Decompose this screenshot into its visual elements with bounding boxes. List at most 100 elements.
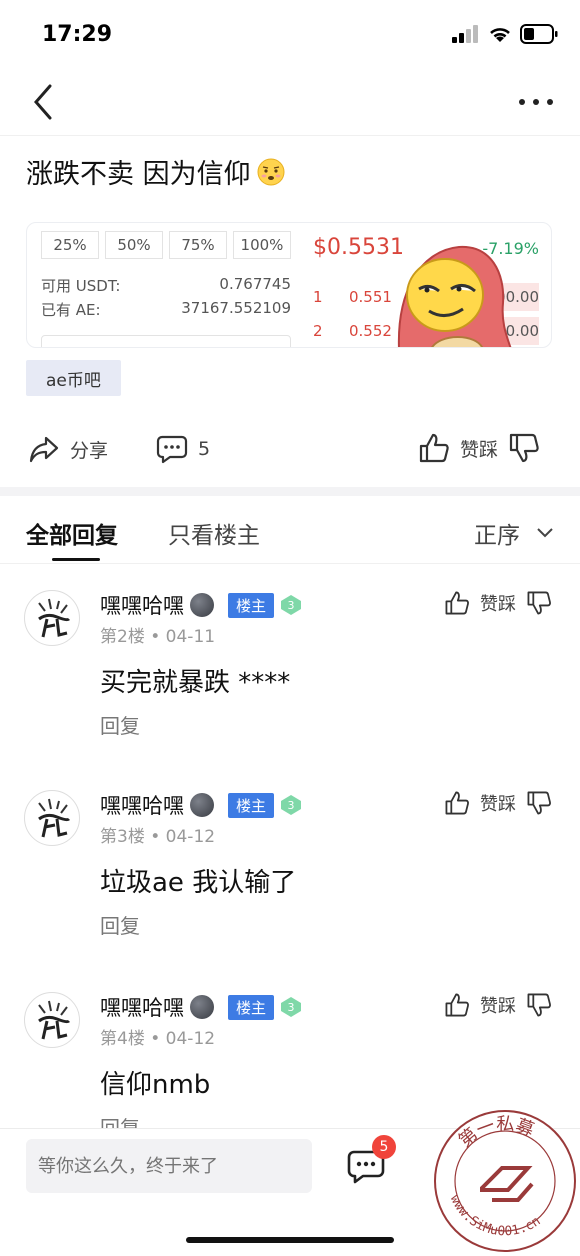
comments-button[interactable]: 5 — [156, 434, 210, 464]
avatar[interactable] — [24, 590, 80, 646]
comment-count-badge: 5 — [372, 1135, 396, 1159]
vote-group: 赞踩 — [418, 432, 540, 464]
reply-item: 嘿嘿哈嘿 楼主 3 第3楼 • 04-12 垃圾ae 我认输了 回复 赞踩 — [0, 790, 580, 990]
pct-button-75: 75% — [169, 231, 227, 259]
smug-face-sticker-icon — [397, 245, 512, 347]
available-label: 可用 USDT: — [41, 277, 121, 295]
percent-buttons: 25% 50% 75% 100% — [41, 231, 291, 259]
reply-button[interactable]: 回复 — [100, 710, 140, 739]
post-title-text: 涨跌不卖 因为信仰 — [26, 159, 251, 190]
pct-button-50: 50% — [105, 231, 163, 259]
thumbs-down-icon[interactable] — [526, 790, 552, 816]
held-label: 已有 AE: — [41, 301, 101, 319]
reply-content: 信仰nmb — [100, 1070, 211, 1100]
host-badge: 楼主 — [228, 592, 275, 618]
embed-amount-field — [41, 335, 291, 347]
thumbs-up-icon[interactable] — [444, 992, 470, 1018]
host-badge: 楼主 — [228, 792, 275, 818]
new-moon-emoji-icon — [190, 593, 214, 617]
author-name[interactable]: 嘿嘿哈嘿 — [100, 992, 184, 1022]
pct-button-100: 100% — [233, 231, 291, 259]
thumbs-down-icon[interactable] — [526, 992, 552, 1018]
worried-face-emoji-icon — [257, 158, 285, 185]
reply-content: 垃圾ae 我认输了 — [100, 868, 297, 898]
home-indicator[interactable] — [186, 1237, 394, 1243]
active-tab-indicator — [52, 558, 100, 561]
reply-meta: 第4楼 • 04-12 — [100, 1029, 216, 1049]
post-title: 涨跌不卖 因为信仰 — [26, 152, 285, 191]
reply-author: 嘿嘿哈嘿 楼主 3 — [100, 790, 302, 820]
svg-text:3: 3 — [288, 599, 295, 612]
reply-meta: 第3楼 • 04-12 — [100, 827, 216, 847]
graffiti-avatar-icon — [38, 598, 71, 638]
vote-label: 赞踩 — [460, 438, 499, 461]
share-button[interactable]: 分享 — [28, 434, 108, 464]
level-gem-icon: 3 — [281, 595, 302, 615]
avatar[interactable] — [24, 790, 80, 846]
comment-input[interactable] — [26, 1139, 312, 1193]
battery-icon — [520, 24, 558, 44]
available-balance-row: 可用 USDT: 0.767745 — [41, 275, 291, 296]
reply-vote-group: 赞踩 — [444, 992, 552, 1018]
more-options-button[interactable] — [516, 90, 556, 114]
reply-tabs: 全部回复 只看楼主 正序 — [0, 496, 580, 564]
nav-bar — [0, 70, 580, 136]
new-moon-emoji-icon — [190, 793, 214, 817]
reply-author: 嘿嘿哈嘿 楼主 3 — [100, 590, 302, 620]
graffiti-avatar-icon — [38, 798, 71, 838]
reply-author: 嘿嘿哈嘿 楼主 3 — [100, 992, 302, 1022]
thumbs-up-icon[interactable] — [444, 790, 470, 816]
floor-number: 第4楼 — [100, 1029, 145, 1049]
floor-number: 第3楼 — [100, 827, 145, 847]
svg-text:3: 3 — [288, 799, 295, 812]
floor-number: 第2楼 — [100, 627, 145, 647]
status-time: 17:29 — [42, 22, 113, 47]
reply-date: 04-12 — [165, 1029, 216, 1049]
comment-icon — [156, 435, 188, 464]
reply-item: 嘿嘿哈嘿 楼主 3 第2楼 • 04-11 买完就暴跌 **** 回复 赞踩 — [0, 590, 580, 790]
author-name[interactable]: 嘿嘿哈嘿 — [100, 790, 184, 820]
post-actions: 分享 5 赞踩 — [0, 426, 580, 474]
vote-label: 赞踩 — [480, 594, 516, 615]
simu001-watermark-stamp: 第一私募 www.SiMu001.cn — [434, 1110, 576, 1252]
level-gem-icon: 3 — [281, 997, 302, 1017]
available-value: 0.767745 — [219, 275, 291, 293]
pct-button-25: 25% — [41, 231, 99, 259]
tab-host-only[interactable]: 只看楼主 — [168, 516, 260, 550]
host-badge: 楼主 — [228, 994, 275, 1020]
share-label: 分享 — [70, 439, 109, 462]
post-image-trading-screenshot[interactable]: 25% 50% 75% 100% 可用 USDT: 0.767745 已有 AE… — [26, 222, 552, 348]
back-button[interactable] — [26, 82, 62, 122]
thumbs-up-icon[interactable] — [444, 590, 470, 616]
new-moon-emoji-icon — [190, 995, 214, 1019]
thumbs-down-icon[interactable] — [526, 590, 552, 616]
author-name[interactable]: 嘿嘿哈嘿 — [100, 590, 184, 620]
reply-button[interactable]: 回复 — [100, 910, 140, 939]
svg-text:3: 3 — [288, 1001, 295, 1014]
reply-vote-group: 赞踩 — [444, 790, 552, 816]
tab-all-replies[interactable]: 全部回复 — [26, 516, 118, 550]
comment-count: 5 — [198, 438, 211, 460]
thumbs-down-icon[interactable] — [508, 432, 540, 464]
wifi-icon — [490, 28, 510, 42]
section-divider — [0, 487, 580, 496]
sort-order-dropdown[interactable]: 正序 — [474, 516, 554, 550]
vote-label: 赞踩 — [480, 794, 516, 815]
chevron-down-icon — [537, 528, 553, 538]
avatar[interactable] — [24, 992, 80, 1048]
share-icon — [29, 436, 59, 463]
reply-meta: 第2楼 • 04-11 — [100, 627, 216, 647]
reply-date: 04-12 — [165, 827, 216, 847]
sort-label: 正序 — [474, 523, 520, 549]
held-balance-row: 已有 AE: 37167.552109 — [41, 299, 291, 320]
status-icons — [452, 24, 558, 44]
status-bar: 17:29 — [0, 0, 580, 70]
forum-tag[interactable]: ae币吧 — [26, 360, 121, 396]
level-gem-icon: 3 — [281, 795, 302, 815]
graffiti-avatar-icon — [38, 1000, 71, 1040]
cellular-signal-icon — [452, 25, 478, 43]
thumbs-up-icon[interactable] — [418, 432, 450, 464]
held-value: 37167.552109 — [181, 299, 291, 317]
reply-content: 买完就暴跌 **** — [100, 668, 291, 698]
reply-date: 04-11 — [165, 627, 216, 647]
